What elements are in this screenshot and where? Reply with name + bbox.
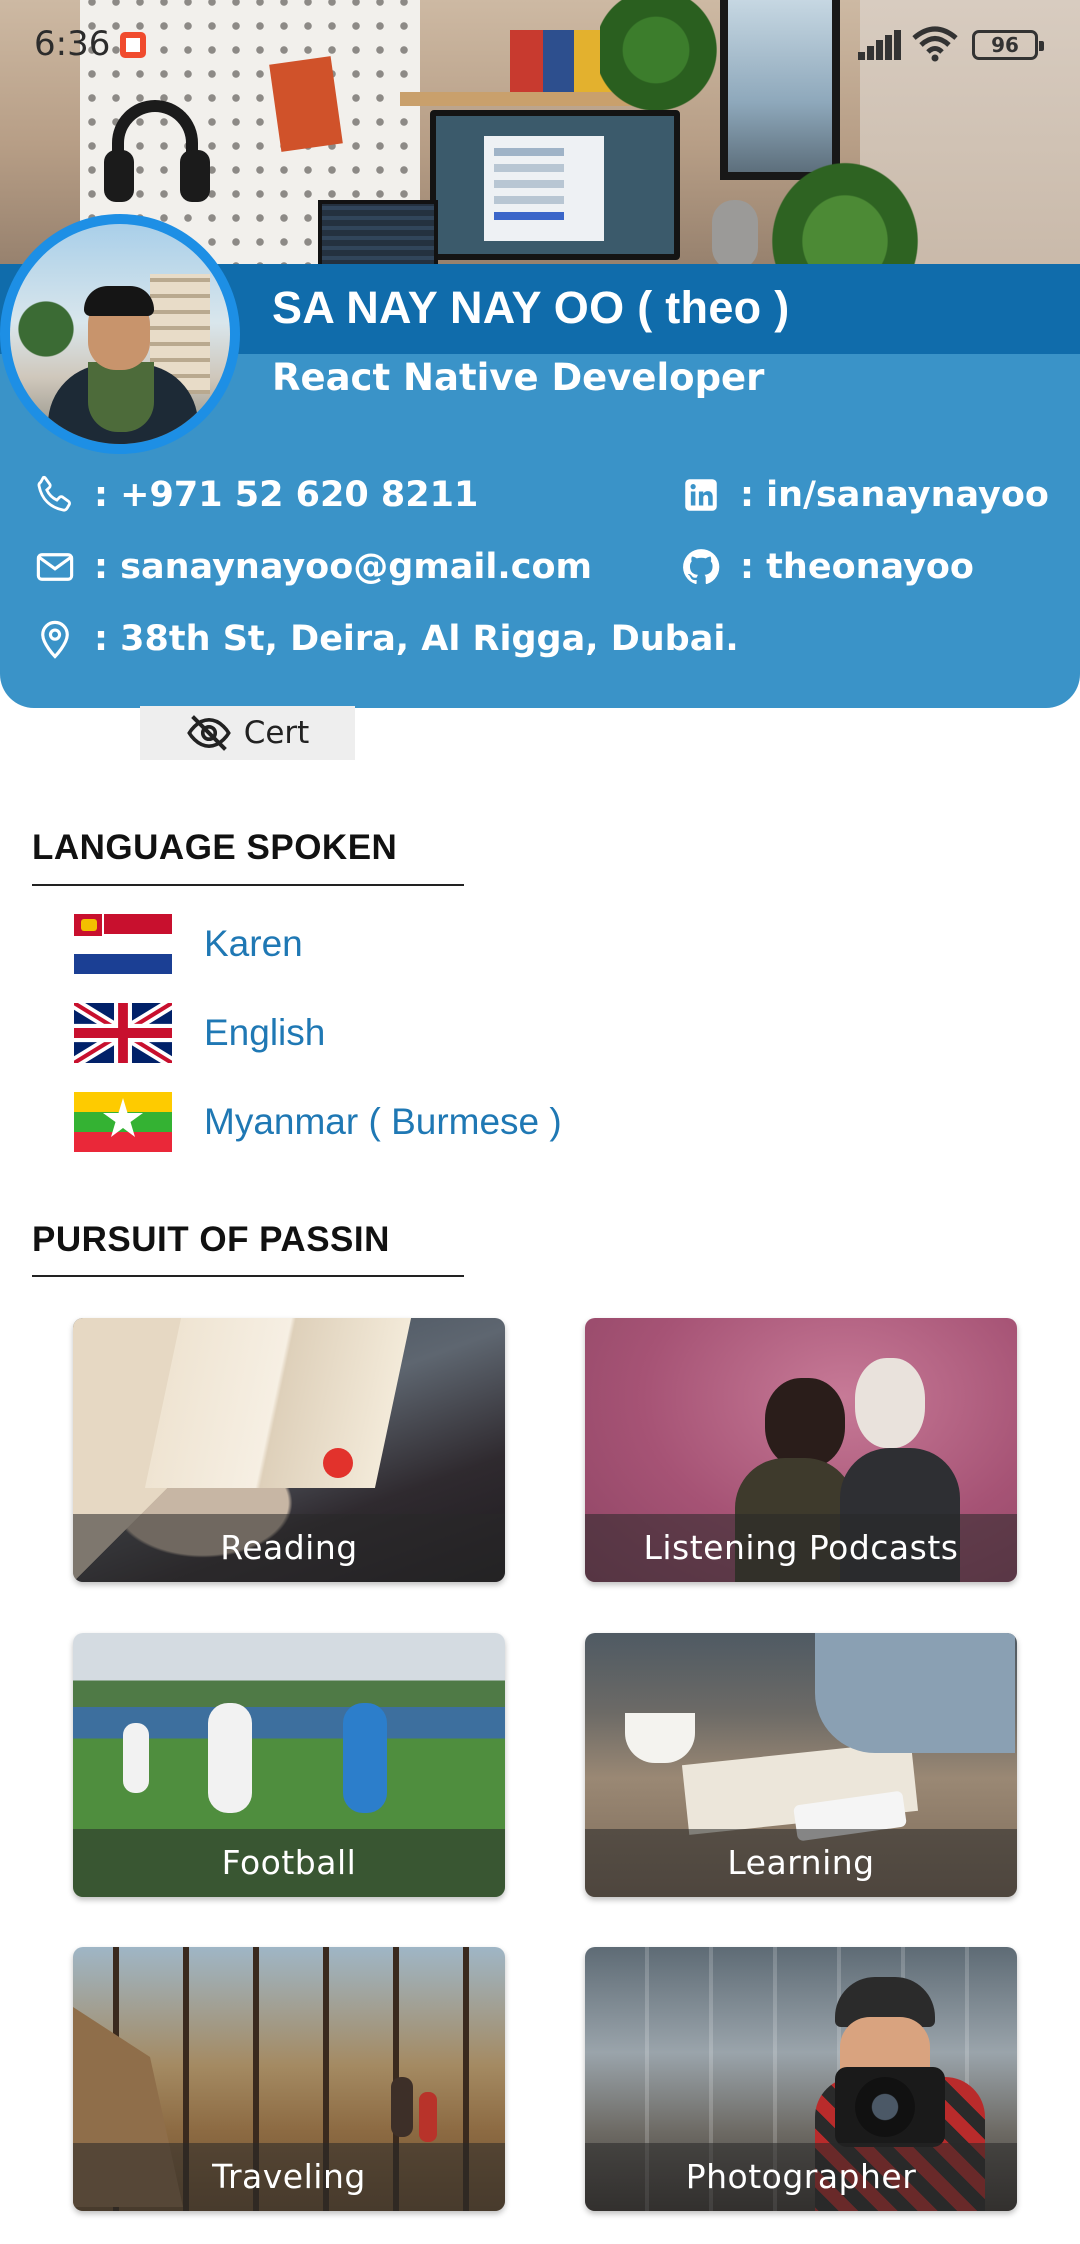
phone-text: : +971 52 620 8211 <box>94 475 479 515</box>
myanmar-flag-icon <box>74 1092 172 1152</box>
passion-label: Listening Podcasts <box>585 1514 1017 1582</box>
linkedin-text: : in/sanaynayoo <box>740 475 1049 515</box>
mail-icon <box>32 544 78 590</box>
wifi-icon <box>912 26 958 62</box>
github-icon <box>678 544 724 590</box>
linkedin-row[interactable]: : in/sanaynayoo <box>678 472 1049 518</box>
language-label: Myanmar ( Burmese ) <box>204 1101 562 1142</box>
passion-tile-traveling[interactable]: Traveling <box>73 1947 505 2211</box>
notification-icon <box>120 32 146 58</box>
cert-button-label: Cert <box>243 715 310 751</box>
passion-tile-photographer[interactable]: Photographer <box>585 1947 1017 2211</box>
karen-flag-icon <box>74 914 172 974</box>
passion-tile-football[interactable]: Football <box>73 1633 505 1897</box>
passion-label: Photographer <box>585 2143 1017 2211</box>
passion-tile-learning[interactable]: Learning <box>585 1633 1017 1897</box>
languages-heading: LANGUAGE SPOKEN <box>32 828 398 867</box>
language-label: English <box>204 1012 326 1053</box>
avatar-photo <box>10 224 230 444</box>
avatar <box>0 214 240 454</box>
uk-flag-icon <box>74 1003 172 1063</box>
passion-label: Reading <box>73 1514 505 1582</box>
phone-icon <box>32 472 78 518</box>
passion-label: Football <box>73 1829 505 1897</box>
passion-tile-podcasts[interactable]: Listening Podcasts <box>585 1318 1017 1582</box>
status-bar: 6:36 96 <box>0 0 1080 90</box>
signal-icon <box>858 30 902 60</box>
battery-icon: 96 <box>972 30 1044 60</box>
profile-name: SA NAY NAY OO ( theo ) <box>272 282 790 333</box>
cert-button[interactable]: Cert <box>140 706 355 760</box>
monitor-decoration <box>430 110 680 260</box>
address-text: : 38th St, Deira, Al Rigga, Dubai. <box>94 619 739 659</box>
passion-label: Learning <box>585 1829 1017 1897</box>
linkedin-icon <box>678 472 724 518</box>
language-item-english: English <box>74 1003 325 1063</box>
location-pin-icon <box>32 616 78 662</box>
github-row[interactable]: : theonayoo <box>678 544 974 590</box>
address-row[interactable]: : 38th St, Deira, Al Rigga, Dubai. <box>32 616 739 662</box>
passion-tile-reading[interactable]: Reading <box>73 1318 505 1582</box>
email-row[interactable]: : sanaynayoo@gmail.com <box>32 544 592 590</box>
email-text: : sanaynayoo@gmail.com <box>94 547 592 587</box>
status-time: 6:36 <box>34 24 111 64</box>
eye-off-icon <box>186 715 231 751</box>
language-label: Karen <box>204 923 303 964</box>
passion-label: Traveling <box>73 2143 505 2211</box>
phone-row[interactable]: : +971 52 620 8211 <box>32 472 478 518</box>
github-text: : theonayoo <box>740 547 974 587</box>
languages-divider <box>32 884 464 886</box>
profile-title: React Native Developer <box>272 356 765 399</box>
passions-divider <box>32 1275 464 1277</box>
passions-heading: PURSUIT OF PASSIN <box>32 1220 390 1259</box>
language-item-myanmar: Myanmar ( Burmese ) <box>74 1092 562 1152</box>
language-item-karen: Karen <box>74 914 303 974</box>
